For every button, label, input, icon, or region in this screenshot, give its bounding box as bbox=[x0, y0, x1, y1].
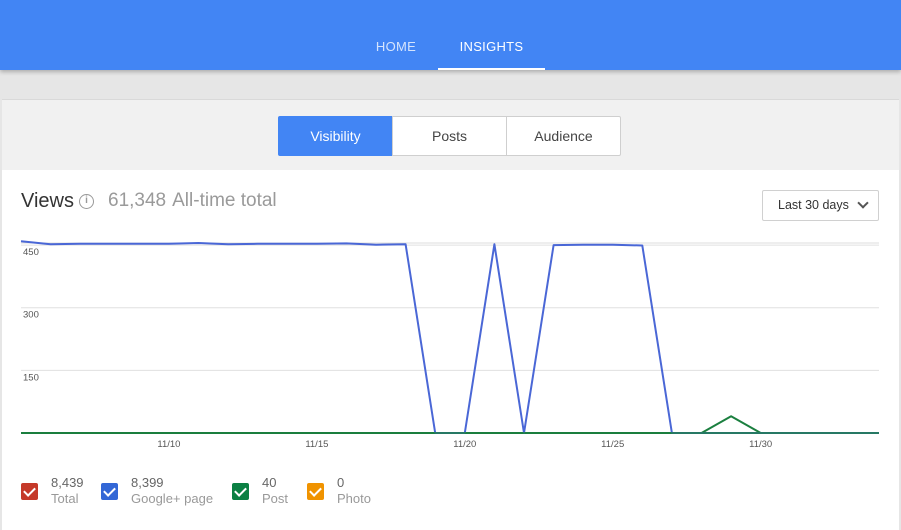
y-tick-label: 300 bbox=[23, 310, 39, 321]
legend-value: 0 bbox=[337, 475, 345, 490]
x-tick-label: 11/15 bbox=[305, 439, 328, 450]
legend-value: 8,399 bbox=[131, 475, 164, 490]
legend-value: 40 bbox=[262, 475, 277, 490]
checkbox-post[interactable] bbox=[232, 483, 249, 500]
x-tick-label: 11/25 bbox=[601, 439, 624, 450]
x-tick-label: 11/20 bbox=[453, 439, 476, 450]
series-line-post bbox=[21, 415, 879, 434]
legend-value: 8,439 bbox=[51, 475, 84, 490]
series-line-google-page bbox=[20, 240, 879, 434]
nav-tab-home[interactable]: HOME bbox=[356, 0, 436, 70]
x-tick-label: 11/30 bbox=[749, 439, 772, 450]
nav-tab-insights[interactable]: INSIGHTS bbox=[438, 0, 545, 70]
legend-name: Post bbox=[262, 491, 289, 506]
checkbox-google-plus-page[interactable] bbox=[101, 483, 118, 500]
checkbox-total[interactable] bbox=[21, 483, 38, 500]
insights-card: Visibility Posts Audience Views i 61,348… bbox=[2, 99, 899, 530]
legend-name: Total bbox=[51, 491, 79, 506]
y-tick-label: 450 bbox=[23, 247, 39, 258]
x-tick-label: 11/10 bbox=[157, 439, 180, 450]
views-chart: 150 300 450 11/10 11/15 11/20 11/25 11/30 bbox=[20, 240, 879, 450]
legend-name: Google+ page bbox=[131, 491, 214, 506]
y-tick-label: 150 bbox=[23, 372, 39, 383]
legend-name: Photo bbox=[337, 491, 371, 506]
checkbox-photo[interactable] bbox=[307, 483, 324, 500]
app-header: HOME INSIGHTS bbox=[0, 0, 901, 70]
